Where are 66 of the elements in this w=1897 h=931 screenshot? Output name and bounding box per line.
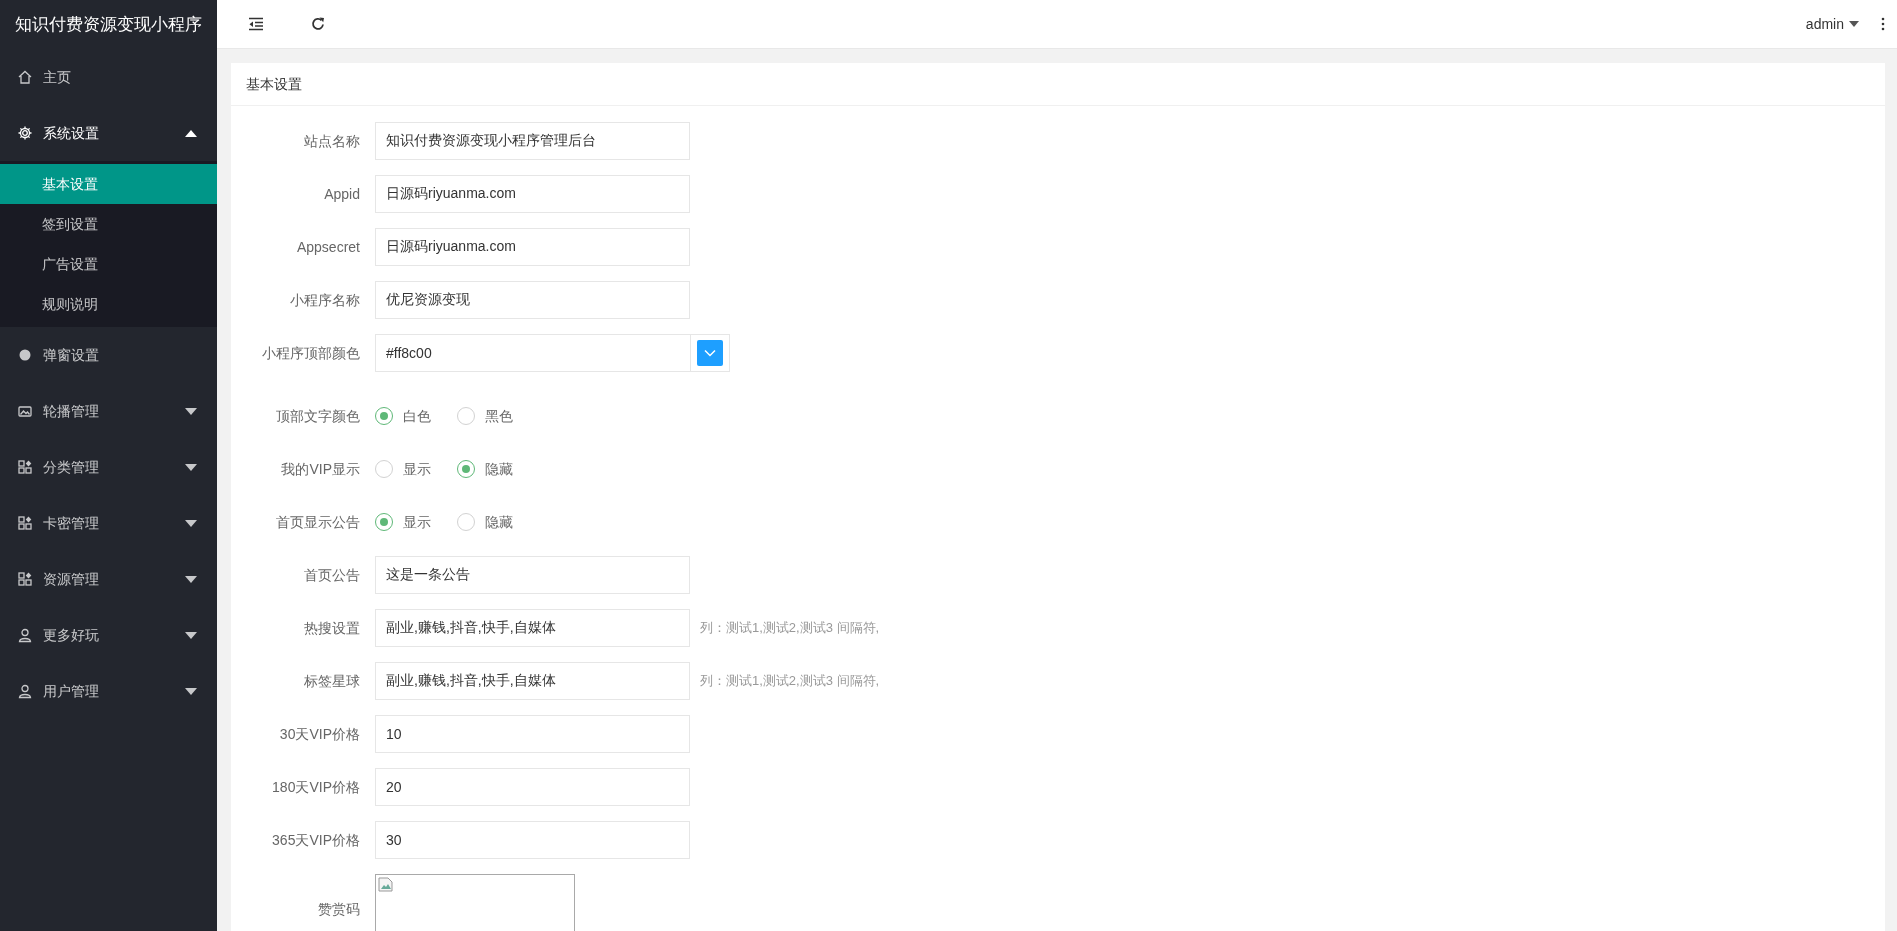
more-icon bbox=[1881, 17, 1885, 31]
color-field[interactable]: #ff8c00 bbox=[375, 334, 730, 372]
input-field[interactable]: 知识付费资源变现小程序管理后台 bbox=[375, 122, 690, 160]
sidebar-item[interactable]: 系统设置 bbox=[0, 105, 217, 161]
grid-icon bbox=[17, 515, 33, 531]
field-label: 首页公告 bbox=[303, 565, 361, 585]
caret-down-icon bbox=[1849, 21, 1859, 27]
field-label: 30天VIP价格 bbox=[278, 724, 361, 744]
submenu-item[interactable]: 基本设置 bbox=[0, 164, 217, 204]
grid-icon bbox=[17, 571, 33, 587]
user-icon bbox=[17, 627, 33, 643]
field-label: 小程序名称 bbox=[289, 290, 361, 310]
user-icon bbox=[17, 683, 33, 699]
field-label: 我的VIP显示 bbox=[280, 459, 361, 479]
sidebar-item[interactable]: 主页 bbox=[0, 49, 217, 105]
home-icon bbox=[17, 69, 33, 85]
chevron-down-icon bbox=[704, 349, 716, 357]
image-icon bbox=[17, 403, 33, 419]
sidebar-item[interactable]: 轮播管理 bbox=[0, 383, 217, 439]
field-label: 180天VIP价格 bbox=[271, 777, 361, 797]
radio-label: 显示 bbox=[403, 512, 431, 532]
field-label: 365天VIP价格 bbox=[271, 830, 361, 850]
submenu-item[interactable]: 规则说明 bbox=[0, 284, 217, 324]
input-field[interactable]: 副业,赚钱,抖音,快手,自媒体 bbox=[375, 609, 690, 647]
input-field[interactable]: 日源码riyuanma.com bbox=[375, 175, 690, 213]
field-label: Appid bbox=[323, 184, 361, 204]
sidebar-item[interactable]: 弹窗设置 bbox=[0, 327, 217, 383]
color-picker-button[interactable] bbox=[697, 340, 723, 366]
field-label: 首页显示公告 bbox=[275, 512, 361, 532]
broken-image-icon bbox=[378, 877, 394, 893]
input-field[interactable]: 副业,赚钱,抖音,快手,自媒体 bbox=[375, 662, 690, 700]
field-label: 热搜设置 bbox=[303, 618, 361, 638]
radio-label: 白色 bbox=[403, 406, 431, 426]
sidebar-item[interactable]: 更多好玩 bbox=[0, 607, 217, 663]
field-hint: 列：测试1,测试2,测试3 间隔符, bbox=[700, 619, 880, 638]
field-label: 顶部文字颜色 bbox=[275, 406, 361, 426]
sidebar-item[interactable]: 资源管理 bbox=[0, 551, 217, 607]
field-label: 赞赏码 bbox=[317, 899, 361, 919]
app-title: 知识付费资源变现小程序 bbox=[14, 14, 203, 36]
input-field[interactable]: 10 bbox=[375, 715, 690, 753]
input-field[interactable]: 优尼资源变现 bbox=[375, 281, 690, 319]
input-field[interactable]: 20 bbox=[375, 768, 690, 806]
refresh-icon bbox=[310, 16, 326, 32]
radio-label: 隐藏 bbox=[485, 512, 513, 532]
dot-icon bbox=[17, 347, 33, 363]
field-hint: 列：测试1,测试2,测试3 间隔符, bbox=[700, 672, 880, 691]
user-menu[interactable]: admin bbox=[1795, 13, 1869, 35]
field-label: Appsecret bbox=[295, 237, 361, 257]
sidebar-item[interactable]: 分类管理 bbox=[0, 439, 217, 495]
field-label: 小程序顶部颜色 bbox=[261, 343, 361, 363]
card-title: 基本设置 bbox=[231, 63, 1885, 106]
input-field[interactable]: 这是一条公告 bbox=[375, 556, 690, 594]
field-label: 站点名称 bbox=[303, 131, 361, 151]
radio-label: 黑色 bbox=[485, 406, 513, 426]
radio-label: 显示 bbox=[403, 459, 431, 479]
sidebar-item[interactable]: 用户管理 bbox=[0, 663, 217, 719]
submenu-item[interactable]: 广告设置 bbox=[0, 244, 217, 284]
field-label: 标签星球 bbox=[303, 671, 361, 691]
gear-icon bbox=[17, 125, 33, 141]
radio-label: 隐藏 bbox=[485, 459, 513, 479]
grid-icon bbox=[17, 459, 33, 475]
sidebar-item[interactable]: 卡密管理 bbox=[0, 495, 217, 551]
input-field[interactable]: 30 bbox=[375, 821, 690, 859]
menu-indent-icon bbox=[248, 17, 264, 31]
submenu-item[interactable]: 签到设置 bbox=[0, 204, 217, 244]
input-field[interactable]: 日源码riyuanma.com bbox=[375, 228, 690, 266]
